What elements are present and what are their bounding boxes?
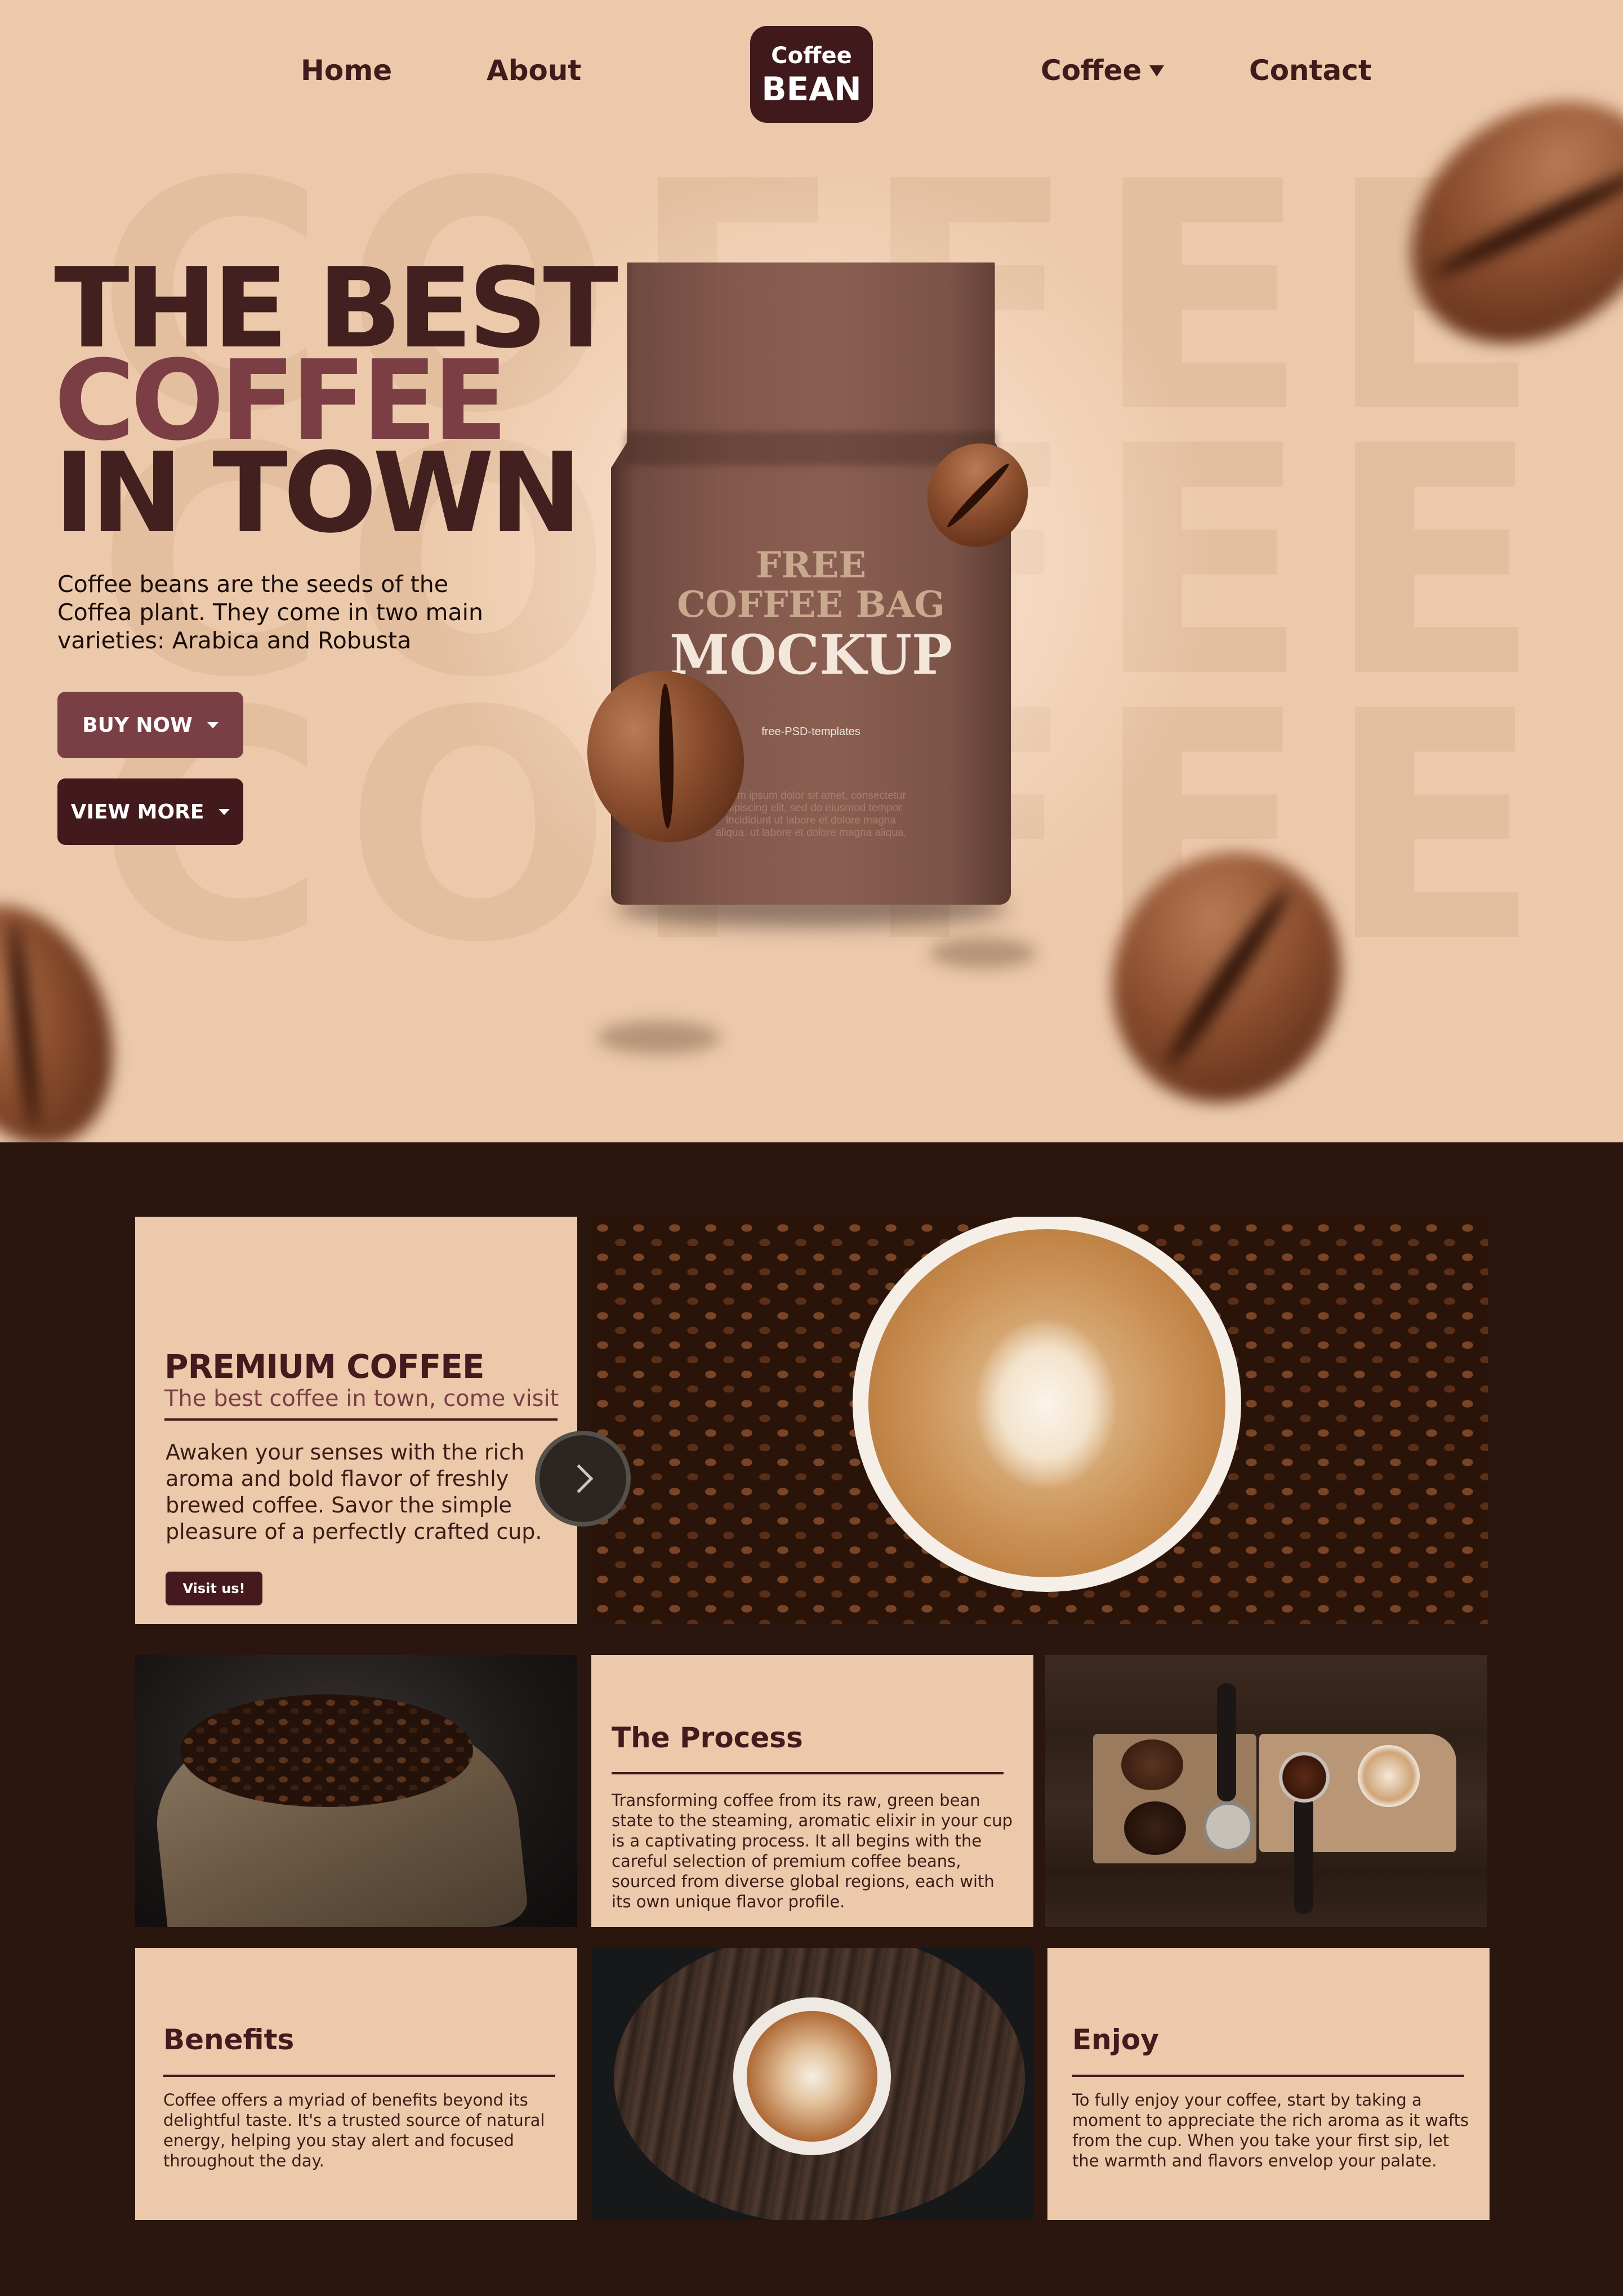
premium-subtitle: The best coffee in town, come visit bbox=[164, 1386, 559, 1412]
premium-divider bbox=[164, 1418, 558, 1421]
premium-coffee-card: PREMIUM COFFEE The best coffee in town, … bbox=[135, 1217, 577, 1624]
slider-next-button[interactable] bbox=[535, 1431, 631, 1527]
espresso-cup bbox=[1279, 1752, 1330, 1803]
coffee-beans-pile bbox=[1124, 1801, 1186, 1855]
benefits-divider bbox=[163, 2075, 555, 2077]
portafilter-handle bbox=[1217, 1683, 1236, 1801]
espresso-board-photo bbox=[1045, 1655, 1487, 1927]
nav-coffee-label: Coffee bbox=[1041, 54, 1142, 87]
hero-description: Coffee beans are the seeds of the Coffea… bbox=[57, 571, 483, 654]
nav-home-link[interactable]: Home bbox=[301, 54, 392, 87]
chevron-down-icon bbox=[219, 808, 230, 815]
cappuccino-table-photo bbox=[591, 1948, 1033, 2220]
hero-headline-line3: IN TOWN bbox=[54, 429, 582, 558]
visit-us-button[interactable]: Visit us! bbox=[166, 1572, 262, 1605]
bag-text-line2: COFFEE BAG bbox=[677, 584, 945, 626]
premium-title: PREMIUM COFFEE bbox=[164, 1347, 484, 1386]
hero-section: COFFEE COFFEE COFFEE Home About Coffee C… bbox=[0, 0, 1623, 1142]
buy-now-button[interactable]: BUY NOW bbox=[57, 692, 243, 758]
portafilter bbox=[1203, 1801, 1254, 1852]
process-title: The Process bbox=[612, 1721, 803, 1754]
logo-line2: BEAN bbox=[761, 70, 862, 108]
benefits-description: Coffee offers a myriad of benefits beyon… bbox=[163, 2090, 545, 2170]
latte-photo bbox=[591, 1217, 1488, 1624]
view-more-button[interactable]: VIEW MORE bbox=[57, 778, 243, 845]
coffee-grounds bbox=[1121, 1739, 1183, 1790]
nav-about-link[interactable]: About bbox=[487, 54, 581, 87]
sack-beans bbox=[180, 1694, 473, 1807]
view-more-label: VIEW MORE bbox=[70, 800, 204, 824]
process-description: Transforming coffee from its raw, green … bbox=[612, 1791, 1013, 1911]
benefits-title: Benefits bbox=[163, 2023, 295, 2056]
process-divider bbox=[612, 1772, 1004, 1774]
cappuccino-cup bbox=[733, 1997, 891, 2155]
bag-text-line1: FREE bbox=[755, 544, 867, 586]
enjoy-divider bbox=[1072, 2075, 1464, 2077]
premium-description: Awaken your senses with the rich aroma a… bbox=[166, 1440, 542, 1544]
brand-logo[interactable]: Coffee BEAN bbox=[750, 26, 873, 123]
chevron-down-icon bbox=[207, 722, 219, 728]
benefits-card: Benefits Coffee offers a myriad of benef… bbox=[135, 1948, 577, 2220]
latte-art bbox=[975, 1319, 1116, 1488]
buy-now-label: BUY NOW bbox=[82, 713, 193, 737]
latte-cup bbox=[1358, 1745, 1420, 1807]
nav-coffee-dropdown[interactable]: Coffee bbox=[1041, 54, 1165, 87]
bean-shadow bbox=[597, 1021, 721, 1054]
enjoy-title: Enjoy bbox=[1072, 2023, 1159, 2056]
chevron-down-icon bbox=[1149, 65, 1165, 77]
enjoy-description: To fully enjoy your coffee, start by tak… bbox=[1072, 2090, 1469, 2170]
enjoy-card: Enjoy To fully enjoy your coffee, start … bbox=[1047, 1948, 1490, 2220]
chevron-right-icon bbox=[564, 1464, 594, 1493]
nav-contact-link[interactable]: Contact bbox=[1249, 54, 1372, 87]
coffee-sack-photo bbox=[135, 1655, 577, 1927]
portafilter-handle bbox=[1294, 1796, 1313, 1914]
logo-line1: Coffee bbox=[771, 43, 852, 69]
process-card: The Process Transforming coffee from its… bbox=[591, 1655, 1033, 1927]
bean-shadow bbox=[929, 937, 1036, 969]
latte-cup bbox=[853, 1217, 1241, 1592]
